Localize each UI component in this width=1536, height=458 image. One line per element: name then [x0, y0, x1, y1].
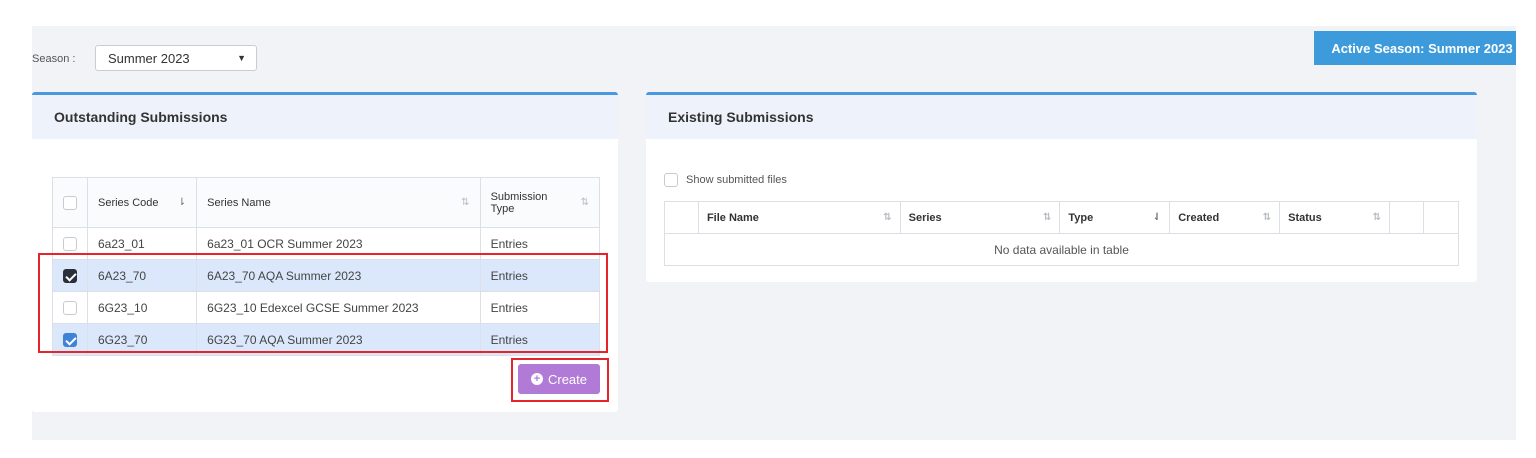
col-type-label: Type: [1068, 211, 1094, 224]
plus-circle-icon: +: [530, 373, 543, 385]
col-type[interactable]: Type ⇃: [1059, 201, 1171, 234]
existing-submissions-panel: Existing Submissions Show submitted file…: [646, 92, 1477, 282]
row-checkbox[interactable]: [63, 332, 77, 347]
sort-icon: ⇅: [580, 197, 589, 208]
series-name-cell: 6a23_01 OCR Summer 2023: [196, 227, 481, 260]
submission-type-cell: Entries: [479, 227, 601, 260]
outstanding-submissions-title: Outstanding Submissions: [32, 95, 618, 139]
col-action-2: [1422, 201, 1460, 234]
top-strip: [0, 0, 1536, 26]
submission-type-cell: Entries: [479, 323, 601, 356]
series-name-cell: 6A23_70 AQA Summer 2023: [196, 259, 481, 292]
show-submitted-files-toggle[interactable]: Show submitted files: [664, 173, 787, 187]
row-checkbox-cell: [52, 323, 88, 356]
existing-table: File Name ⇅ Series ⇅ Type ⇃ Created ⇅ Status…: [664, 201, 1460, 266]
series-code-cell: 6A23_70: [86, 259, 198, 292]
sort-icon: ⇅: [883, 212, 892, 223]
active-season-badge: Active Season: Summer 2023: [1314, 31, 1516, 65]
row-checkbox-cell: [52, 227, 88, 260]
submission-type-cell: Entries: [479, 259, 601, 292]
select-all-cell: [52, 177, 88, 228]
show-submitted-files-checkbox[interactable]: [664, 173, 678, 187]
col-action-1: [1389, 201, 1424, 234]
col-created[interactable]: Created ⇅: [1169, 201, 1281, 234]
row-checkbox[interactable]: [63, 236, 77, 251]
table-row[interactable]: 6a23_01 6a23_01 OCR Summer 2023 Entries: [52, 227, 601, 260]
outstanding-table: Series Code ⇂ Series Name ⇅ Submission T…: [52, 177, 601, 356]
sort-icon: ⇅: [1262, 212, 1272, 223]
create-button-label: Create: [547, 371, 588, 387]
col-series-label: Series: [908, 211, 942, 224]
sort-icon: ⇅: [1372, 212, 1382, 223]
table-row[interactable]: 6G23_10 6G23_10 Edexcel GCSE Summer 2023…: [52, 291, 601, 324]
row-checkbox[interactable]: [63, 300, 77, 315]
col-series[interactable]: Series ⇅: [899, 201, 1061, 234]
col-status[interactable]: Status ⇅: [1279, 201, 1391, 234]
show-submitted-files-label: Show submitted files: [686, 174, 787, 186]
series-name-cell: 6G23_10 Edexcel GCSE Summer 2023: [196, 291, 481, 324]
col-submission-type[interactable]: Submission Type ⇅: [479, 177, 601, 228]
col-series-name[interactable]: Series Name ⇅: [196, 177, 481, 228]
bottom-strip: [0, 440, 1536, 458]
col-status-label: Status: [1288, 211, 1322, 224]
table-row[interactable]: 6A23_70 6A23_70 AQA Summer 2023 Entries: [52, 259, 601, 292]
col-blank: [664, 201, 699, 234]
submission-type-cell: Entries: [479, 291, 601, 324]
row-checkbox[interactable]: [63, 268, 77, 283]
col-submission-type-label: Submission Type: [490, 190, 548, 215]
caret-down-icon: ▼: [237, 53, 246, 63]
col-file-name-label: File Name: [706, 211, 759, 224]
sort-icon: ⇅: [461, 197, 470, 208]
col-series-code[interactable]: Series Code ⇂: [86, 177, 198, 228]
season-label: Season :: [32, 53, 76, 65]
table-row[interactable]: 6G23_70 6G23_70 AQA Summer 2023 Entries: [52, 323, 601, 356]
create-button[interactable]: + Create: [518, 364, 600, 394]
empty-table-message: No data available in table: [664, 233, 1459, 266]
select-all-checkbox[interactable]: [63, 195, 77, 210]
series-code-cell: 6G23_10: [86, 291, 198, 324]
series-name-cell: 6G23_70 AQA Summer 2023: [196, 323, 481, 356]
series-code-cell: 6a23_01: [86, 227, 198, 260]
col-series-name-label: Series Name: [207, 196, 271, 209]
season-selected-value: Summer 2023: [108, 50, 190, 66]
sort-icon: ⇅: [1042, 212, 1052, 223]
row-checkbox-cell: [52, 291, 88, 324]
col-created-label: Created: [1178, 211, 1220, 224]
row-checkbox-cell: [52, 259, 88, 292]
col-series-code-label: Series Code: [98, 196, 159, 209]
col-file-name[interactable]: File Name ⇅: [697, 201, 901, 234]
season-select[interactable]: Summer 2023 ▼: [95, 45, 257, 71]
existing-submissions-title: Existing Submissions: [646, 95, 1477, 139]
sort-desc-icon: ⇃: [1152, 212, 1162, 223]
sort-asc-icon: ⇂: [177, 197, 187, 208]
empty-row: No data available in table: [664, 233, 1459, 266]
series-code-cell: 6G23_70: [86, 323, 198, 356]
